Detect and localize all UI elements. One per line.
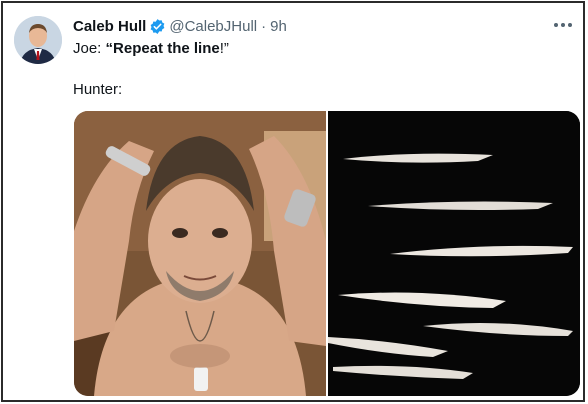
- separator-dot: ·: [261, 17, 267, 35]
- tweet-text-prefix: Joe:: [73, 40, 106, 57]
- media-photo-left[interactable]: [74, 111, 326, 396]
- tweet-text-quote: “Repeat the line: [105, 40, 220, 57]
- avatar[interactable]: [14, 16, 62, 64]
- verified-badge-icon: [150, 18, 165, 34]
- shirtless-man-photo: [74, 111, 326, 396]
- tweet-text: Joe: “Repeat the line!”: [73, 39, 229, 59]
- more-options-icon[interactable]: [551, 15, 575, 35]
- media-photo-right[interactable]: [328, 111, 580, 396]
- tweet-header: Caleb Hull @CalebJHull · 9h: [73, 15, 287, 37]
- tweet-card[interactable]: Caleb Hull @CalebJHull · 9h Joe: “Repeat…: [1, 1, 585, 402]
- tweet-text-line2: Hunter:: [73, 81, 123, 98]
- tweet-text-suffix: !”: [219, 40, 229, 57]
- avatar-image: [14, 16, 62, 64]
- timestamp[interactable]: 9h: [270, 18, 287, 35]
- tweet-media[interactable]: [74, 111, 580, 396]
- display-name[interactable]: Caleb Hull: [73, 18, 146, 35]
- user-handle[interactable]: @CalebJHull: [169, 18, 257, 35]
- powder-lines-photo: [328, 111, 580, 396]
